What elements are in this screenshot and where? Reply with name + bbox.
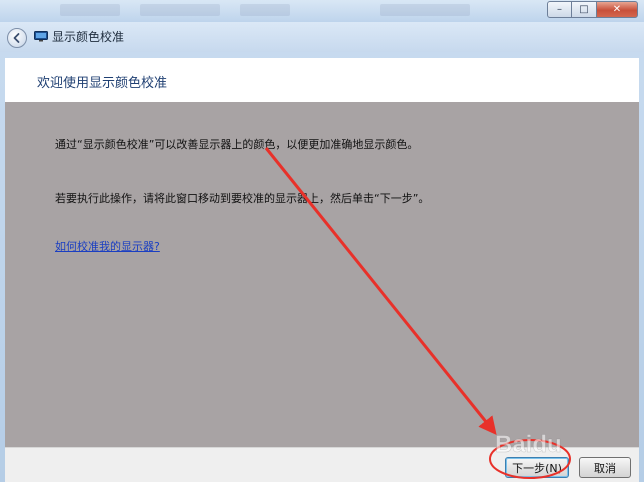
window-title: 显示颜色校准 [52, 30, 125, 44]
maximize-icon: □ [579, 4, 589, 15]
intro-paragraph: 通过“显示颜色校准”可以改善显示器上的颜色，以便更加准确地显示颜色。 [55, 138, 419, 151]
monitor-icon [34, 31, 48, 42]
caption-buttons: – □ ✕ [547, 1, 638, 18]
close-button[interactable]: ✕ [596, 1, 638, 18]
page-title: 欢迎使用显示颜色校准 [37, 76, 168, 91]
minimize-button[interactable]: – [547, 1, 572, 18]
navigation-bar: 显示颜色校准 [0, 22, 644, 52]
blurred-title-text [240, 4, 290, 16]
page-header: 欢迎使用显示颜色校准 [5, 58, 639, 102]
maximize-button[interactable]: □ [572, 1, 596, 18]
minimize-icon: – [557, 4, 562, 15]
cancel-button[interactable]: 取消 [579, 457, 631, 478]
back-button[interactable] [7, 28, 27, 48]
content-panel: 通过“显示颜色校准”可以改善显示器上的颜色，以便更加准确地显示颜色。 若要执行此… [5, 102, 639, 447]
title-bar[interactable]: – □ ✕ [0, 0, 644, 22]
calibration-window: – □ ✕ 显示颜色校准 欢迎使用显示颜色校准 通过“显示颜色校准”可以改善显示… [0, 0, 644, 482]
help-link[interactable]: 如何校准我的显示器? [55, 238, 160, 254]
blurred-title-text [140, 4, 220, 16]
close-icon: ✕ [612, 4, 622, 15]
instruction-paragraph: 若要执行此操作，请将此窗口移动到要校准的显示器上，然后单击“下一步”。 [55, 192, 430, 205]
back-arrow-icon [13, 33, 20, 43]
blurred-title-text [380, 4, 470, 16]
blurred-title-text [60, 4, 120, 16]
next-button[interactable]: 下一步(N) [505, 457, 569, 478]
button-bar: 下一步(N) 取消 [5, 447, 639, 482]
